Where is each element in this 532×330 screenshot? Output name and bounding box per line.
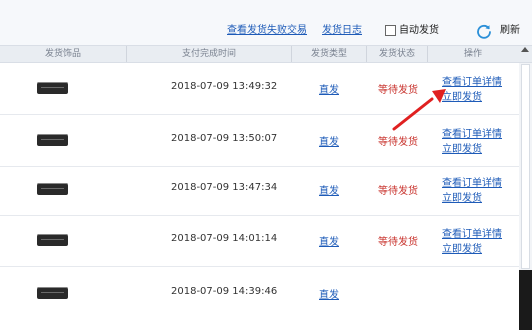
table-row: 2018-07-09 13:47:34 直发 等待发货 查看订单详情 立即发货 bbox=[0, 164, 532, 216]
view-order-details-link[interactable]: 查看订单详情 bbox=[442, 125, 502, 140]
deliver-now-link[interactable]: 立即发货 bbox=[442, 140, 482, 155]
paid-time: 2018-07-09 13:47:34 bbox=[171, 182, 278, 193]
paid-time: 2018-07-09 13:50:07 bbox=[171, 133, 278, 144]
paid-time: 2018-07-09 14:39:46 bbox=[171, 286, 278, 297]
deliver-now-link[interactable]: 立即发货 bbox=[442, 240, 482, 255]
refresh-icon[interactable] bbox=[476, 23, 492, 39]
header-paid-time: 支付完成时间 bbox=[181, 49, 236, 59]
delivery-type-link[interactable]: 直发 bbox=[319, 233, 339, 248]
delivery-log-link[interactable]: 发货日志 bbox=[322, 23, 362, 39]
deliver-now-link[interactable]: 立即发货 bbox=[442, 88, 482, 103]
scroll-up-arrow-icon[interactable] bbox=[521, 47, 529, 52]
table-row: 2018-07-09 13:49:32 直发 等待发货 查看订单详情 立即发货 bbox=[0, 63, 532, 115]
delivery-status: 等待发货 bbox=[378, 85, 418, 96]
failed-trades-link[interactable]: 查看发货失败交易 bbox=[227, 23, 307, 39]
item-thumbnail bbox=[37, 287, 68, 299]
delivery-type-link[interactable]: 直发 bbox=[319, 133, 339, 148]
scrollbar-thumb[interactable] bbox=[521, 64, 530, 269]
item-thumbnail bbox=[37, 134, 68, 146]
view-order-details-link[interactable]: 查看订单详情 bbox=[442, 73, 502, 88]
table-header: 发货饰品 支付完成时间 发货类型 发货状态 操作 bbox=[0, 45, 532, 63]
delivery-type-link[interactable]: 直发 bbox=[319, 81, 339, 96]
paid-time: 2018-07-09 14:01:14 bbox=[171, 233, 278, 244]
item-thumbnail bbox=[37, 82, 68, 94]
scrollbar-lower-region bbox=[519, 270, 532, 330]
delivery-type-link[interactable]: 直发 bbox=[319, 182, 339, 197]
view-order-details-link[interactable]: 查看订单详情 bbox=[442, 225, 502, 240]
table-row: 2018-07-09 14:01:14 直发 等待发货 查看订单详情 立即发货 bbox=[0, 215, 532, 267]
delivery-type-link[interactable]: 直发 bbox=[319, 286, 339, 301]
header-item: 发货饰品 bbox=[44, 49, 81, 59]
header-status: 发货状态 bbox=[378, 49, 415, 59]
item-thumbnail bbox=[37, 183, 68, 195]
view-order-details-link[interactable]: 查看订单详情 bbox=[442, 174, 502, 189]
refresh-label[interactable]: 刷新 bbox=[500, 23, 520, 39]
table-row: 2018-07-09 13:50:07 直发 等待发货 查看订单详情 立即发货 bbox=[0, 115, 532, 167]
delivery-status: 等待发货 bbox=[378, 186, 418, 197]
auto-deliver-checkbox[interactable] bbox=[385, 25, 396, 36]
deliver-now-link[interactable]: 立即发货 bbox=[442, 189, 482, 204]
paid-time: 2018-07-09 13:49:32 bbox=[171, 81, 278, 92]
header-actions: 操作 bbox=[463, 49, 482, 59]
item-thumbnail bbox=[37, 234, 68, 246]
header-type: 发货类型 bbox=[310, 49, 347, 59]
delivery-status: 等待发货 bbox=[378, 237, 418, 248]
delivery-status: 等待发货 bbox=[378, 137, 418, 148]
table-row: 2018-07-09 14:39:46 直发 bbox=[0, 265, 532, 316]
auto-deliver-label[interactable]: 自动发货 bbox=[399, 23, 439, 39]
